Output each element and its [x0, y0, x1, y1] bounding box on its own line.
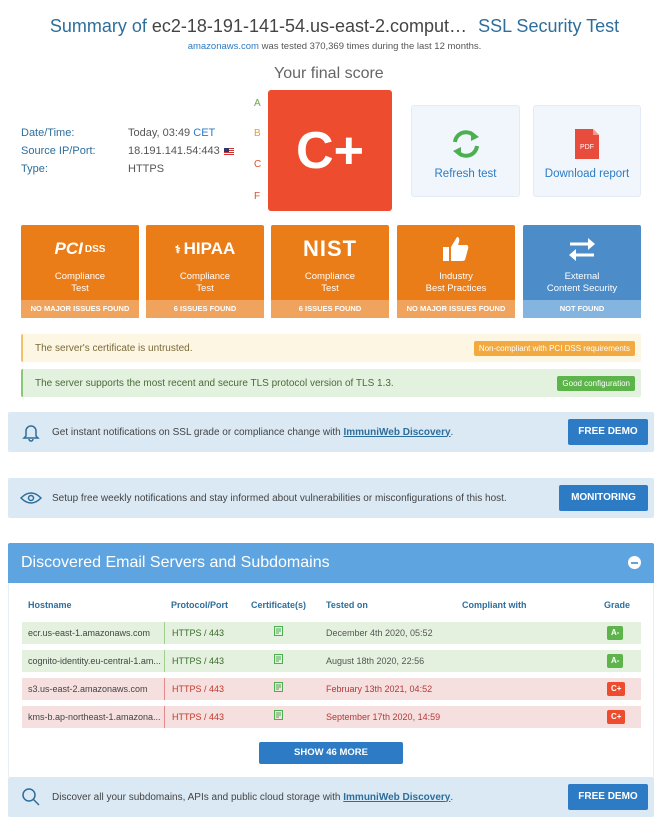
monitoring-text: Setup free weekly notifications and stay… — [52, 492, 507, 504]
card-status: NOT FOUND — [523, 300, 641, 318]
monitoring-button[interactable]: MONITORING — [559, 485, 648, 511]
card-hipaa[interactable]: ⚕ HIPAA Compliance Test 6 ISSUES FOUND — [146, 225, 264, 318]
free-demo-button[interactable]: FREE DEMO — [568, 784, 648, 810]
immuniweb-discovery-link[interactable]: ImmuniWeb Discovery — [343, 792, 450, 803]
bell-icon — [18, 422, 44, 442]
table-row[interactable]: cognito-identity.eu-central-1.am... HTTP… — [22, 650, 641, 672]
alert-untrusted-cert: The server's certificate is untrusted. N… — [21, 334, 641, 362]
test-info: Date/Time: Today, 03:49 CET Source IP/Po… — [21, 127, 234, 181]
col-protocol: Protocol/Port — [171, 600, 229, 610]
certificate-icon[interactable] — [274, 706, 283, 728]
grade-badge: A- — [607, 626, 624, 640]
card-nist[interactable]: NIST Compliance Test 6 ISSUES FOUND — [271, 225, 389, 318]
scale-a: A — [254, 98, 261, 109]
col-compliant-with: Compliant with — [462, 600, 527, 610]
grade-badge: C+ — [607, 710, 626, 724]
search-icon — [18, 787, 44, 807]
page-subtitle: amazonaws.com was tested 370,369 times d… — [0, 41, 669, 52]
card-status: NO MAJOR ISSUES FOUND — [21, 300, 139, 318]
type-value: HTTPS — [128, 163, 165, 175]
certificate-icon[interactable] — [274, 650, 283, 672]
discovery-banner: Discover all your subdomains, APIs and p… — [8, 777, 654, 817]
final-score-heading: Your final score — [274, 65, 384, 82]
subtitle-text: was tested 370,369 times during the last… — [258, 41, 482, 52]
grade-badge: C+ — [607, 682, 626, 696]
discovered-section-header: Discovered Email Servers and Subdomains — [8, 543, 654, 583]
certificate-icon[interactable] — [274, 622, 283, 644]
free-demo-button[interactable]: FREE DEMO — [568, 419, 648, 445]
pci-noncompliant-badge: Non-compliant with PCI DSS requirements — [473, 341, 635, 356]
date-label: Date/Time: — [21, 127, 75, 139]
nist-logo: NIST — [302, 236, 358, 261]
certificate-icon[interactable] — [274, 678, 283, 700]
table-row[interactable]: s3.us-east-2.amazonaws.com HTTPS / 443 F… — [22, 678, 641, 700]
pdf-icon: PDF — [534, 124, 640, 164]
date-value: Today, 03:49 CET — [128, 127, 216, 139]
card-content-security[interactable]: External Content Security NOT FOUND — [523, 225, 641, 318]
refresh-icon — [412, 124, 519, 164]
card-status: NO MAJOR ISSUES FOUND — [397, 300, 515, 318]
col-tested-on: Tested on — [326, 600, 368, 610]
download-label: Download report — [544, 168, 630, 180]
pci-dss-suffix: DSS — [84, 243, 106, 255]
refresh-test-button[interactable]: Refresh test — [411, 105, 520, 197]
immuniweb-discovery-link[interactable]: ImmuniWeb Discovery — [343, 427, 450, 438]
col-hostname: Hostname — [28, 600, 72, 610]
alert-tls13: The server supports the most recent and … — [21, 369, 641, 397]
timezone-label: CET — [193, 127, 216, 139]
table-row[interactable]: ecr.us-east-1.amazonaws.com HTTPS / 443 … — [22, 622, 641, 644]
scale-b: B — [254, 128, 261, 139]
us-flag-icon — [223, 147, 234, 155]
notification-banner: Get instant notifications on SSL grade o… — [8, 412, 654, 452]
scale-c: C — [254, 159, 262, 170]
ip-label: Source IP/Port: — [21, 145, 96, 157]
svg-text:PDF: PDF — [580, 144, 594, 151]
good-config-badge: Good configuration — [557, 376, 635, 391]
collapse-icon[interactable] — [628, 556, 641, 569]
col-certificates: Certificate(s) — [251, 600, 307, 610]
table-row[interactable]: kms-b.ap-northeast-1.amazona... HTTPS / … — [22, 706, 641, 728]
title-prefix: Summary of — [49, 16, 147, 36]
discovered-title: Discovered Email Servers and Subdomains — [21, 554, 330, 571]
eye-icon — [18, 491, 44, 505]
hipaa-logo: ⚕ HIPAA — [174, 239, 236, 258]
monitoring-banner: Setup free weekly notifications and stay… — [8, 478, 654, 518]
type-label: Type: — [21, 163, 48, 175]
scale-f: F — [254, 191, 261, 202]
swap-arrows-icon — [523, 229, 641, 269]
page-title: Summary of ec2-18-191-141-54.us-east-2.c… — [0, 16, 669, 37]
subtitle-domain-link[interactable]: amazonaws.com — [188, 41, 259, 52]
final-grade: C+ — [268, 90, 392, 211]
card-best-practices[interactable]: Industry Best Practices NO MAJOR ISSUES F… — [397, 225, 515, 318]
ip-value: 18.191.141.54:443 — [128, 145, 234, 163]
thumbs-up-icon — [397, 229, 515, 269]
show-more-button[interactable]: SHOW 46 MORE — [259, 742, 403, 764]
card-pci-dss[interactable]: PCI DSS Compliance Test NO MAJOR ISSUES FO… — [21, 225, 139, 318]
card-status: 6 ISSUES FOUND — [146, 300, 264, 318]
refresh-label: Refresh test — [434, 168, 497, 180]
grade-badge: A- — [607, 654, 624, 668]
col-grade: Grade — [604, 600, 631, 610]
download-report-button[interactable]: PDF Download report — [533, 105, 641, 197]
title-host: ec2-18-191-141-54.us-east-2.comput… — [151, 16, 468, 36]
title-test-name: SSL Security Test — [478, 16, 620, 36]
pci-dss-logo: PCI DSS — [54, 239, 106, 258]
card-status: 6 ISSUES FOUND — [271, 300, 389, 318]
